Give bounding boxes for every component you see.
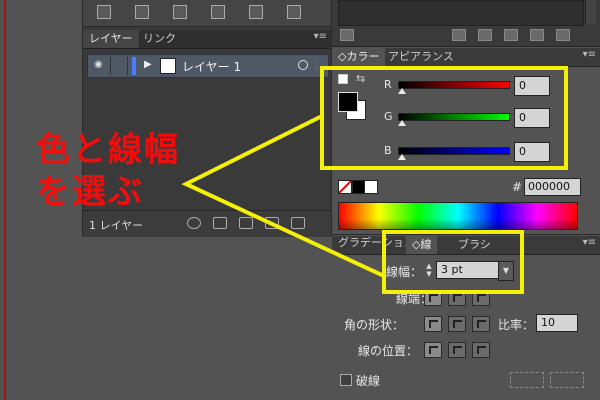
align-toolbar [83, 0, 331, 27]
clipping-mask-icon[interactable] [213, 217, 227, 229]
eye-icon[interactable]: ◉ [94, 60, 106, 70]
align-button-5[interactable] [249, 5, 263, 19]
layer-color-chip [132, 57, 136, 75]
new-sublayer-icon[interactable] [239, 217, 253, 229]
tab-color-label: カラー [346, 50, 380, 63]
tab-layers[interactable]: レイヤー [83, 30, 139, 48]
tab-color[interactable]: ◇カラー [332, 48, 386, 66]
top-panel-content [338, 0, 584, 26]
bevel-join-button[interactable] [472, 316, 490, 332]
ratio-label: 比率： [498, 318, 535, 332]
dashed-line-checkbox[interactable] [340, 374, 352, 386]
color-tabbar: ◇カラー アピアランス ▾≡ [332, 48, 600, 67]
align-button-2[interactable] [135, 5, 149, 19]
layers-footer: 1 レイヤー [83, 210, 331, 237]
color-spectrum[interactable] [338, 202, 578, 230]
layer-count: 1 レイヤー [89, 219, 144, 232]
dash-preserve-button[interactable] [510, 372, 544, 388]
stroke-weight-highlight-box [382, 230, 524, 294]
delete-layer-icon[interactable] [291, 217, 305, 229]
align-stroke-label: 線の位置： [358, 344, 419, 358]
dashed-line-label: 破線 [356, 374, 381, 388]
none-swatch[interactable] [338, 180, 352, 194]
color-highlight-box [320, 66, 568, 170]
align-button-1[interactable] [97, 5, 111, 19]
align-button-6[interactable] [287, 5, 301, 19]
layer-name[interactable]: レイヤー 1 [182, 58, 241, 75]
top-panel-strip [332, 0, 600, 47]
canvas-guide-line [4, 0, 6, 400]
align-button-4[interactable] [211, 5, 225, 19]
round-join-button[interactable] [448, 316, 466, 332]
scrollbar[interactable] [585, 0, 596, 24]
library-icon[interactable] [340, 29, 354, 41]
corner-label: 角の形状： [344, 318, 405, 332]
new-layer-icon[interactable] [265, 217, 279, 229]
hex-value-input[interactable]: 000000 [524, 178, 581, 196]
stroke-panel-menu-icon[interactable]: ▾≡ [583, 237, 596, 248]
folder-icon[interactable] [504, 29, 518, 41]
miter-ratio-input[interactable]: 10 [536, 314, 578, 332]
color-panel-menu-icon[interactable]: ▾≡ [583, 49, 596, 60]
tab-links[interactable]: リンク [137, 30, 182, 48]
layer-thumbnail [160, 58, 176, 74]
layers-tabbar: レイヤー リンク ▾≡ [83, 30, 331, 49]
list-view-icon[interactable] [478, 29, 492, 41]
tab-appearance[interactable]: アピアランス [382, 48, 460, 66]
grid-view-icon[interactable] [452, 29, 466, 41]
panel-menu-icon[interactable]: ▾≡ [314, 31, 327, 42]
new-item-icon[interactable] [530, 29, 544, 41]
align-button-3[interactable] [173, 5, 187, 19]
trash-icon[interactable] [556, 29, 570, 41]
dash-align-button[interactable] [550, 372, 584, 388]
layer-row[interactable]: ◉ ▶ レイヤー 1 [87, 54, 329, 78]
annotation-line-1: 色と線幅 [36, 130, 180, 170]
align-outside-button[interactable] [472, 342, 490, 358]
locate-object-icon[interactable] [187, 217, 201, 229]
annotation-line-2: を選ぶ [36, 172, 144, 212]
fill-swatch[interactable] [338, 92, 358, 112]
hex-hash-label: # [512, 180, 523, 194]
white-swatch[interactable] [364, 180, 378, 194]
align-inside-button[interactable] [448, 342, 466, 358]
align-center-button[interactable] [424, 342, 442, 358]
miter-join-button[interactable] [424, 316, 442, 332]
target-circle-icon[interactable] [298, 60, 308, 70]
expand-triangle-icon[interactable]: ▶ [144, 59, 152, 70]
lock-slot[interactable] [110, 57, 128, 75]
